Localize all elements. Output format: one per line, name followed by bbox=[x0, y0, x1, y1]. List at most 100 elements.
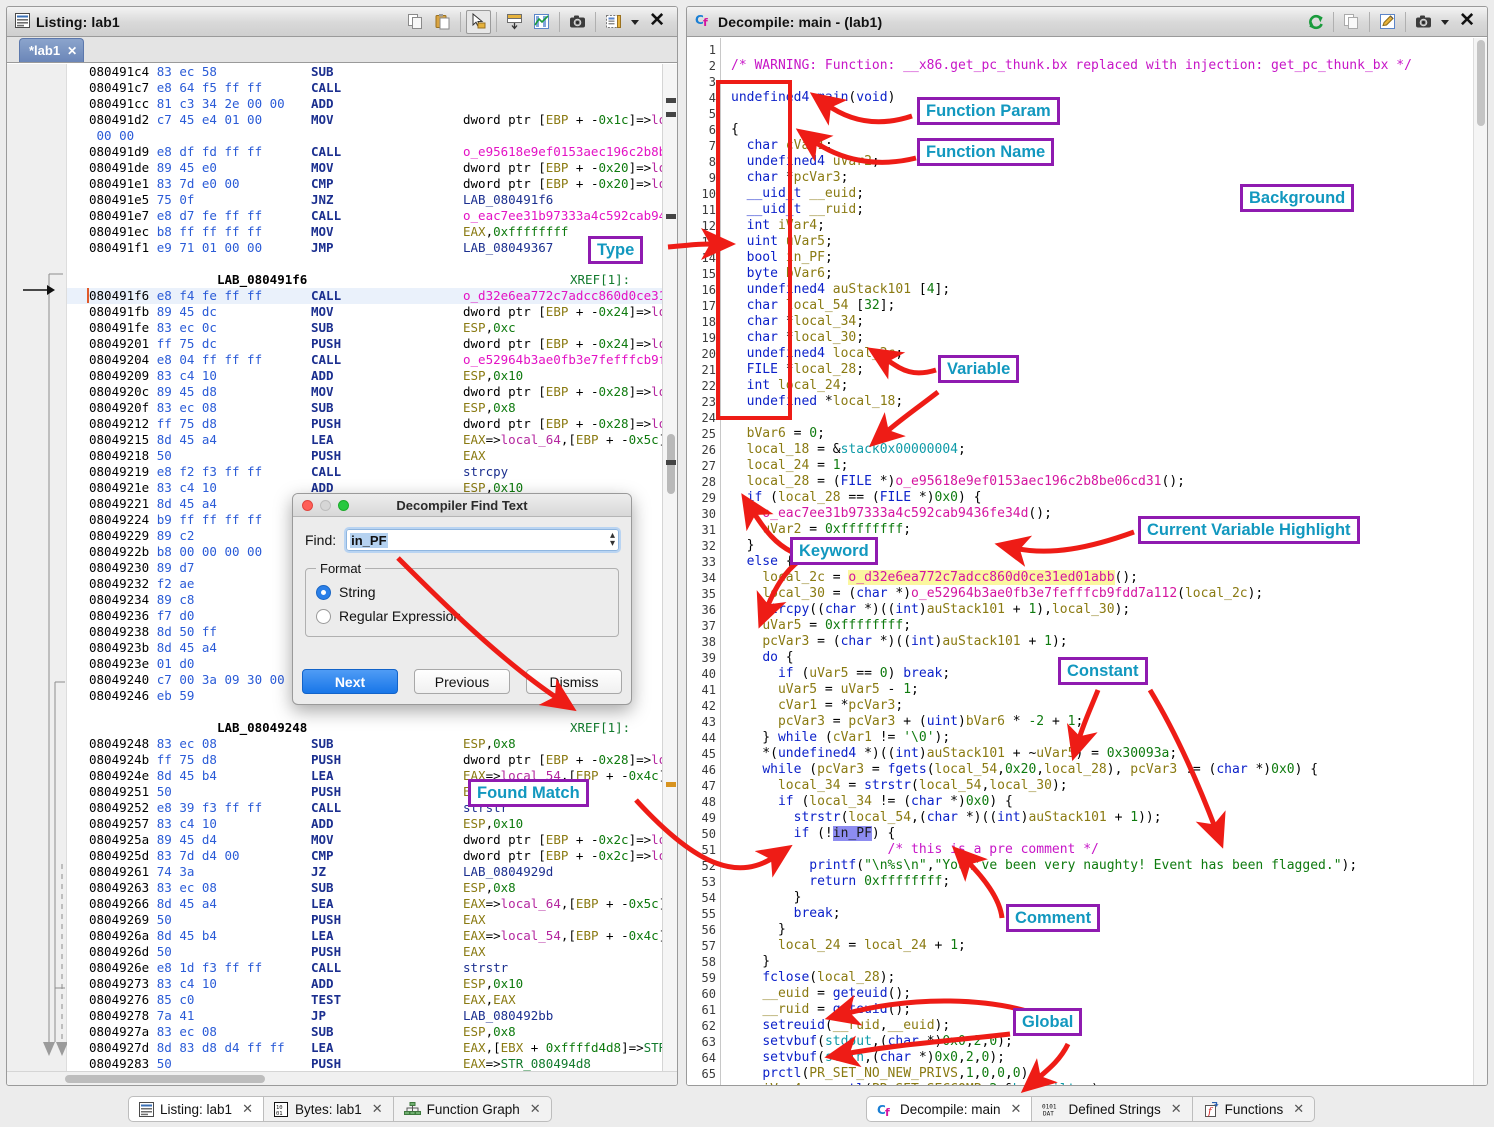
code-line[interactable]: undefined4 local_2c; bbox=[731, 346, 1487, 362]
code-line[interactable]: cVar1 = *pcVar3; bbox=[731, 698, 1487, 714]
code-line[interactable]: undefined4 auStack101 [4]; bbox=[731, 282, 1487, 298]
listing-label-row[interactable]: LAB_08049248XREF[1]: bbox=[67, 720, 677, 736]
table-row[interactable]: 00 00 bbox=[67, 128, 677, 144]
code-line[interactable]: } bbox=[731, 954, 1487, 970]
code-line[interactable]: strstr(local_54,(char *)((int)auStack101… bbox=[731, 810, 1487, 826]
previous-button[interactable]: Previous bbox=[414, 669, 510, 694]
code-line[interactable]: fclose(local_28); bbox=[731, 970, 1487, 986]
code-line[interactable]: { bbox=[731, 122, 1487, 138]
code-line[interactable]: if (!in_PF) { bbox=[731, 826, 1487, 842]
code-line[interactable]: o_eac7ee31b97333a4c592cab9436fe34d(); bbox=[731, 506, 1487, 522]
table-row[interactable]: 080491f6 e8 f4 fe ff ffCALLo_d32e6ea772c… bbox=[67, 288, 677, 304]
code-line[interactable]: FILE *local_28; bbox=[731, 362, 1487, 378]
code-line[interactable]: uint uVar5; bbox=[731, 234, 1487, 250]
code-line[interactable] bbox=[731, 410, 1487, 426]
close-icon[interactable]: ✕ bbox=[67, 44, 77, 58]
table-row[interactable]: 08049257 83 c4 10ADDESP,0x10 bbox=[67, 816, 677, 832]
code-line[interactable]: prctl(PR_SET_NO_NEW_PRIVS,1,0,0,0); bbox=[731, 1066, 1487, 1082]
code-line[interactable]: undefined4 uVar2; bbox=[731, 154, 1487, 170]
table-row[interactable]: 0804926e e8 1d f3 ff ffCALLstrstr bbox=[67, 960, 677, 976]
code-line[interactable]: bVar6 = 0; bbox=[731, 426, 1487, 442]
table-row[interactable]: 08049215 8d 45 a4LEAEAX=>local_64,[EBP +… bbox=[67, 432, 677, 448]
code-line[interactable]: break; bbox=[731, 906, 1487, 922]
listing-label-row[interactable]: LAB_080491f6XREF[1]: bbox=[67, 272, 677, 288]
radio-icon[interactable] bbox=[316, 585, 331, 600]
table-row[interactable]: 08049269 50PUSHEAX bbox=[67, 912, 677, 928]
code-line[interactable]: else { bbox=[731, 554, 1487, 570]
table-row[interactable]: 080491fb 89 45 dcMOVdword ptr [EBP + -0x… bbox=[67, 304, 677, 320]
table-row[interactable]: 08049218 50PUSHEAX bbox=[67, 448, 677, 464]
table-row[interactable]: 08049263 83 ec 08SUBESP,0x8 bbox=[67, 880, 677, 896]
table-row[interactable]: 080491d9 e8 df fd ff ffCALLo_e95618e9ef0… bbox=[67, 144, 677, 160]
close-icon[interactable]: ✕ bbox=[1293, 1101, 1304, 1117]
dropdown-caret-icon[interactable] bbox=[628, 10, 642, 34]
copy-icon[interactable] bbox=[1339, 10, 1364, 34]
dropdown-caret-icon[interactable] bbox=[1438, 10, 1452, 34]
diff-chart-icon[interactable] bbox=[529, 10, 554, 34]
table-row[interactable]: 08049212 ff 75 d8PUSHdword ptr [EBP + -0… bbox=[67, 416, 677, 432]
code-line[interactable]: /* WARNING: Function: __x86.get_pc_thunk… bbox=[731, 58, 1487, 74]
code-line[interactable]: bool in_PF; bbox=[731, 250, 1487, 266]
code-line[interactable]: local_34 = strstr(local_54,local_30); bbox=[731, 778, 1487, 794]
code-line[interactable]: setvbuf(stdout,(char *)0x0,2,0); bbox=[731, 1034, 1487, 1050]
code-line[interactable]: local_24 = 1; bbox=[731, 458, 1487, 474]
code-line[interactable]: strcpy((char *)((int)auStack101 + 1),loc… bbox=[731, 602, 1487, 618]
code-line[interactable]: char *local_34; bbox=[731, 314, 1487, 330]
table-row[interactable]: 08049283 50PUSHEAX=>STR_080494d8 bbox=[67, 1056, 677, 1071]
table-row[interactable]: 080491c4 83 ec 58SUB bbox=[67, 64, 677, 80]
toggle-table-icon[interactable] bbox=[502, 10, 527, 34]
table-row[interactable]: 0804926a 8d 45 b4LEAEAX=>local_54,[EBP +… bbox=[67, 928, 677, 944]
table-row[interactable]: 08049251 50PUSHEAX bbox=[67, 784, 677, 800]
code-line[interactable]: undefined *local_18; bbox=[731, 394, 1487, 410]
code-line[interactable]: } bbox=[731, 890, 1487, 906]
table-row[interactable]: 08049273 83 c4 10ADDESP,0x10 bbox=[67, 976, 677, 992]
dismiss-button[interactable]: Dismiss bbox=[526, 669, 622, 694]
paste-icon[interactable] bbox=[430, 10, 455, 34]
code-line[interactable]: uVar2 = 0xffffffff; bbox=[731, 522, 1487, 538]
bottom-tab-listing[interactable]: Listing: lab1✕ bbox=[128, 1096, 263, 1122]
radio-string[interactable]: String bbox=[316, 580, 608, 604]
table-row[interactable]: 0804920c 89 45 d8MOVdword ptr [EBP + -0x… bbox=[67, 384, 677, 400]
table-row[interactable]: 080491e5 75 0fJNZLAB_080491f6 bbox=[67, 192, 677, 208]
close-icon[interactable]: ✕ bbox=[1453, 9, 1483, 34]
table-row[interactable]: 080491cc 81 c3 34 2e 00 00ADD bbox=[67, 96, 677, 112]
table-row[interactable]: 080491d2 c7 45 e4 01 00MOVdword ptr [EBP… bbox=[67, 112, 677, 128]
code-line[interactable]: int iVar4; bbox=[731, 218, 1487, 234]
table-row[interactable]: 0804920f 83 ec 08SUBESP,0x8 bbox=[67, 400, 677, 416]
minimize-gray-icon[interactable] bbox=[320, 500, 331, 511]
code-line[interactable]: int local_24; bbox=[731, 378, 1487, 394]
code-line[interactable]: local_24 = local_24 + 1; bbox=[731, 938, 1487, 954]
close-icon[interactable]: ✕ bbox=[643, 9, 673, 34]
snapshot-camera-icon[interactable] bbox=[565, 10, 590, 34]
table-row[interactable]: 080491ec b8 ff ff ff ffMOVEAX,0xffffffff bbox=[67, 224, 677, 240]
scroll-thumb[interactable] bbox=[1477, 40, 1485, 126]
select-cursor-icon[interactable] bbox=[466, 10, 491, 34]
code-line[interactable]: byte bVar6; bbox=[731, 266, 1487, 282]
code-line[interactable]: __uid_t __ruid; bbox=[731, 202, 1487, 218]
code-line[interactable]: if (uVar5 == 0) break; bbox=[731, 666, 1487, 682]
code-line[interactable]: local_30 = (char *)o_e52964b3ae0fb3e7fef… bbox=[731, 586, 1487, 602]
close-icon[interactable]: ✕ bbox=[242, 1101, 253, 1117]
code-line[interactable]: } bbox=[731, 538, 1487, 554]
table-row[interactable]: 080491fe 83 ec 0cSUBESP,0xc bbox=[67, 320, 677, 336]
code-line[interactable]: __uid_t __euid; bbox=[731, 186, 1487, 202]
code-line[interactable]: char *local_30; bbox=[731, 330, 1487, 346]
code-line[interactable]: *(undefined4 *)((int)auStack101 + ~uVar5… bbox=[731, 746, 1487, 762]
bottom-tab-function-graph[interactable]: Function Graph✕ bbox=[393, 1096, 552, 1122]
table-row[interactable]: 08049248 83 ec 08SUBESP,0x8 bbox=[67, 736, 677, 752]
table-row[interactable]: 08049209 83 c4 10ADDESP,0x10 bbox=[67, 368, 677, 384]
code-line[interactable]: /* this is a pre comment */ bbox=[731, 842, 1487, 858]
table-row[interactable]: 0804927a 83 ec 08SUBESP,0x8 bbox=[67, 1024, 677, 1040]
table-row[interactable]: 08049252 e8 39 f3 ff ffCALLstrstr bbox=[67, 800, 677, 816]
table-row[interactable]: 080491e7 e8 d7 fe ff ffCALLo_eac7ee31b97… bbox=[67, 208, 677, 224]
table-row[interactable]: 08049276 85 c0TESTEAX,EAX bbox=[67, 992, 677, 1008]
code-line[interactable]: local_28 = (FILE *)o_e95618e9ef0153aec19… bbox=[731, 474, 1487, 490]
radio-icon[interactable] bbox=[316, 609, 331, 624]
table-row[interactable]: 0804926d 50PUSHEAX bbox=[67, 944, 677, 960]
snapshot-camera-icon[interactable] bbox=[1411, 10, 1436, 34]
decompiler-vertical-scrollbar[interactable] bbox=[1473, 38, 1487, 1085]
bottom-tab-decompile[interactable]: CfDecompile: main✕ bbox=[866, 1096, 1031, 1122]
find-input[interactable]: in_PF ▴▾ bbox=[346, 529, 619, 551]
code-line[interactable]: char local_54 [32]; bbox=[731, 298, 1487, 314]
code-line[interactable]: pcVar3 = (char *)((int)auStack101 + 1); bbox=[731, 634, 1487, 650]
